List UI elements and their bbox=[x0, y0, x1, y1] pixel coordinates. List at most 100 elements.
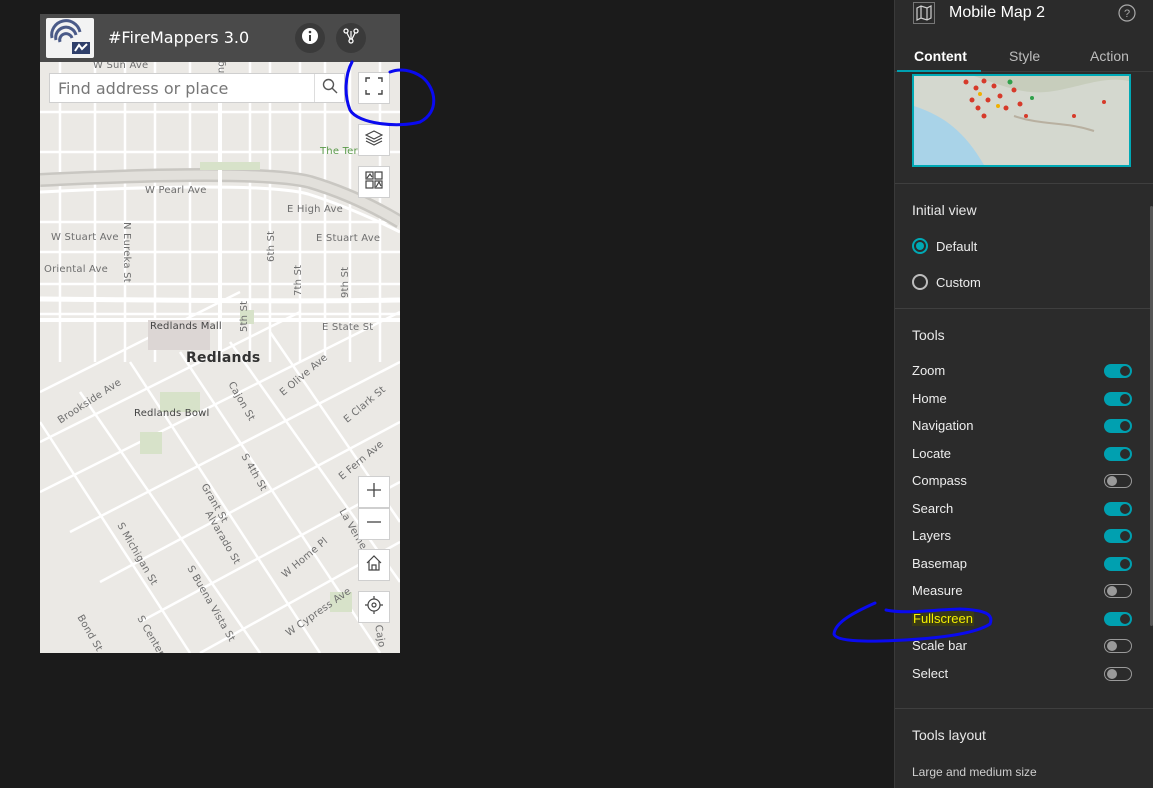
map-label: E Stuart Ave bbox=[316, 233, 381, 244]
tool-row-fullscreen: Fullscreen bbox=[912, 609, 1132, 629]
toggle-switch[interactable] bbox=[1104, 529, 1132, 543]
panel-title: Mobile Map 2 bbox=[949, 4, 1046, 21]
tool-row-scale-bar: Scale bar bbox=[912, 636, 1132, 656]
radio-button[interactable] bbox=[912, 274, 928, 290]
share-icon bbox=[342, 27, 360, 50]
map-label: The Terr bbox=[320, 146, 362, 157]
tool-label: Scale bar bbox=[912, 638, 967, 653]
app-title: #FireMappers 3.0 bbox=[108, 28, 250, 47]
toggle-switch[interactable] bbox=[1104, 584, 1132, 598]
radio-button[interactable] bbox=[912, 238, 928, 254]
map-label: E State St bbox=[322, 322, 374, 333]
panel-tabs: Content Style Action bbox=[895, 40, 1153, 72]
tool-row-navigation: Navigation bbox=[912, 416, 1132, 436]
map-label: 5th St bbox=[239, 300, 250, 332]
settings-panel: Mobile Map 2 ? Content Style Action Init… bbox=[894, 0, 1153, 788]
zoom-in-button[interactable] bbox=[358, 476, 390, 508]
tool-row-search: Search bbox=[912, 499, 1132, 519]
radio-custom[interactable]: Custom bbox=[912, 272, 981, 292]
share-button[interactable] bbox=[336, 23, 366, 53]
layers-icon bbox=[364, 129, 384, 152]
map-view[interactable]: W Sun Ave Orange St The Terr W Pearl Ave… bbox=[40, 40, 400, 653]
locate-button[interactable] bbox=[358, 591, 390, 623]
help-icon: ? bbox=[1118, 4, 1136, 26]
plus-icon bbox=[366, 482, 382, 503]
svg-text:?: ? bbox=[1124, 8, 1130, 20]
tool-row-select: Select bbox=[912, 664, 1132, 684]
toggle-switch[interactable] bbox=[1104, 501, 1132, 516]
tab-style[interactable]: Style bbox=[1009, 48, 1040, 64]
help-button[interactable]: ? bbox=[1118, 4, 1136, 22]
mobile-map-preview: #FireMappers 3.0 W Sun Ave Orange St The… bbox=[40, 14, 400, 653]
tools-layout-value: Large and medium size bbox=[912, 765, 1037, 779]
zoom-out-button[interactable] bbox=[358, 508, 390, 540]
info-icon bbox=[301, 27, 319, 50]
tool-row-home: Home bbox=[912, 389, 1132, 409]
divider bbox=[895, 308, 1153, 309]
tool-row-locate: Locate bbox=[912, 444, 1132, 464]
map-label: W Stuart Ave bbox=[51, 232, 119, 243]
tab-content[interactable]: Content bbox=[914, 48, 967, 64]
tool-label: Fullscreen bbox=[912, 610, 974, 626]
search-button[interactable] bbox=[314, 74, 344, 102]
tool-label: Compass bbox=[912, 473, 967, 488]
tool-row-measure: Measure bbox=[912, 581, 1132, 601]
tool-label: Measure bbox=[912, 583, 963, 598]
map-label: 9th St bbox=[340, 266, 351, 298]
map-label: E High Ave bbox=[287, 204, 343, 215]
search-icon bbox=[322, 78, 338, 99]
toggle-switch[interactable] bbox=[1104, 639, 1132, 653]
tool-label: Home bbox=[912, 390, 947, 406]
map-label: 6th St bbox=[266, 230, 277, 262]
tool-label: Layers bbox=[912, 528, 952, 543]
layers-button[interactable] bbox=[358, 124, 390, 156]
crosshair-icon bbox=[365, 595, 383, 619]
map-label: W Pearl Ave bbox=[145, 185, 207, 196]
tool-row-compass: Compass bbox=[912, 471, 1132, 491]
tool-row-layers: Layers bbox=[912, 526, 1132, 546]
search-widget bbox=[49, 73, 345, 103]
toggle-switch[interactable] bbox=[1104, 391, 1132, 406]
toggle-switch[interactable] bbox=[1104, 666, 1132, 681]
tools-title: Tools bbox=[912, 327, 945, 343]
home-button[interactable] bbox=[358, 549, 390, 581]
tool-label: Zoom bbox=[912, 363, 946, 378]
map-label: Redlands Bowl bbox=[134, 408, 210, 419]
search-input[interactable] bbox=[50, 74, 314, 102]
map-label: Oriental Ave bbox=[44, 264, 108, 275]
map-label-city: Redlands bbox=[186, 350, 261, 366]
divider bbox=[895, 708, 1153, 709]
tool-label: Locate bbox=[912, 445, 952, 461]
toggle-switch[interactable] bbox=[1104, 474, 1132, 488]
toggle-switch[interactable] bbox=[1104, 419, 1132, 433]
basemap-gallery-icon bbox=[365, 170, 383, 194]
active-tab-indicator bbox=[897, 70, 981, 72]
map-label: 7th St bbox=[293, 264, 304, 296]
map-icon bbox=[913, 2, 935, 24]
radio-label: Default bbox=[936, 238, 978, 254]
radio-default[interactable]: Default bbox=[912, 236, 977, 256]
map-label: N Eureka St bbox=[121, 222, 132, 283]
toggle-switch[interactable] bbox=[1104, 556, 1132, 571]
tool-label: Navigation bbox=[912, 418, 974, 433]
radio-label: Custom bbox=[936, 274, 981, 290]
initial-view-title: Initial view bbox=[912, 202, 977, 218]
toggle-switch[interactable] bbox=[1104, 364, 1132, 378]
tab-action[interactable]: Action bbox=[1090, 48, 1129, 64]
fullscreen-button[interactable] bbox=[358, 72, 390, 104]
basemap-button[interactable] bbox=[358, 166, 390, 198]
home-icon bbox=[366, 554, 382, 576]
tools-layout-title: Tools layout bbox=[912, 727, 986, 743]
tool-label: Basemap bbox=[912, 555, 967, 571]
app-logo bbox=[46, 18, 94, 58]
map-label: Redlands Mall bbox=[150, 321, 222, 332]
toggle-switch[interactable] bbox=[1104, 611, 1132, 626]
tool-label: Select bbox=[912, 665, 949, 681]
tool-label: Search bbox=[912, 500, 954, 516]
map-thumbnail[interactable] bbox=[912, 74, 1131, 167]
toggle-switch[interactable] bbox=[1104, 446, 1132, 461]
minus-icon bbox=[366, 514, 382, 535]
fullscreen-icon bbox=[365, 76, 383, 100]
tool-row-zoom: Zoom bbox=[912, 361, 1132, 381]
info-button[interactable] bbox=[295, 23, 325, 53]
